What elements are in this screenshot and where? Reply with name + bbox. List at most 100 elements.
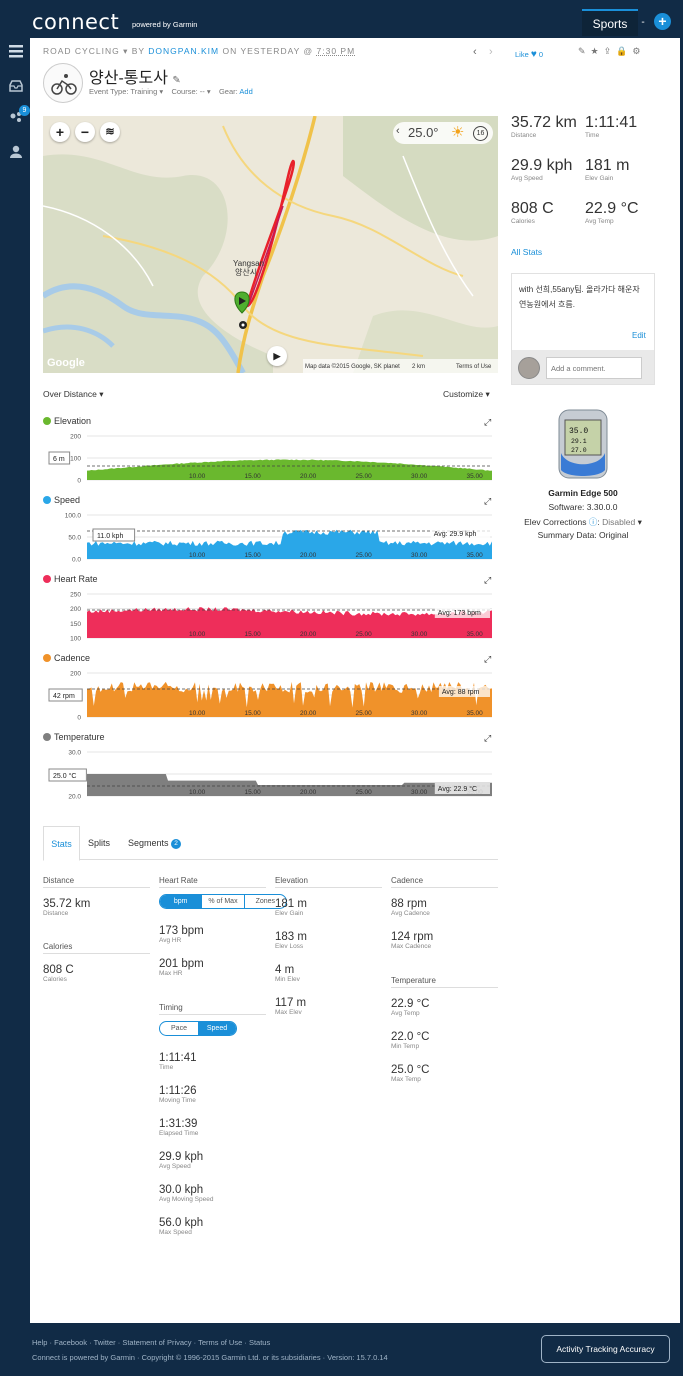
connect-logo[interactable]: connect	[32, 10, 119, 34]
tab-splits[interactable]: Splits	[88, 826, 110, 860]
expand-graph-icon[interactable]: ⤢	[484, 654, 491, 665]
sports-tab[interactable]: Sports	[582, 9, 638, 36]
like-button[interactable]: Like ♥ 0	[515, 49, 543, 60]
stat-label: Avg Speed	[159, 1163, 191, 1170]
graph-0[interactable]: 200 100 0 10.00 15.00 20.00 25.00 30.00 35.00 6 m	[43, 430, 498, 486]
activity-time[interactable]: 7:30 PM	[317, 46, 356, 56]
x-tick-label: 30.00	[411, 473, 428, 480]
footer-link[interactable]: Twitter	[94, 1338, 116, 1347]
play-route-button[interactable]: ▶	[267, 346, 287, 366]
x-tick-label: 25.00	[356, 631, 373, 638]
summary-calories-label: Calories	[511, 218, 535, 225]
graph-title-4: Temperature	[43, 732, 105, 742]
footer-link[interactable]: Terms of Use	[198, 1338, 242, 1347]
notes-edit-link[interactable]: Edit	[632, 331, 646, 340]
connections-badge: 9	[19, 105, 30, 116]
favorite-icon[interactable]: ★	[591, 46, 604, 56]
device-name: Garmin Edge 500	[548, 488, 618, 498]
graph-4[interactable]: 30.025.020.010.0015.0020.0025.0030.0035.…	[43, 746, 498, 802]
hr-toggle-percent[interactable]: % of Max	[201, 895, 245, 908]
elev-corrections: Elev Corrections ⓘ: Disabled ▾	[524, 517, 642, 527]
inbox-icon[interactable]	[9, 80, 23, 92]
y-tick-label: 0.0	[72, 557, 81, 564]
x-tick-label: 30.00	[411, 552, 428, 559]
map-terms[interactable]: Terms of Use	[456, 364, 492, 370]
weather-collapse-icon[interactable]: ‹	[396, 125, 400, 137]
weather-widget[interactable]: ‹ 25.0° ☀ 16	[393, 122, 493, 144]
footer-link[interactable]: Status	[249, 1338, 270, 1347]
customize-dropdown[interactable]: Customize ▾	[443, 389, 490, 400]
tab-segments[interactable]: Segments 2	[128, 826, 182, 860]
x-tick-label: 30.00	[411, 789, 428, 796]
tab-stats[interactable]: Stats	[43, 826, 80, 861]
gear-label: Gear:	[218, 87, 238, 96]
activity-type-avatar	[43, 63, 83, 103]
activity-type[interactable]: ROAD CYCLING	[43, 46, 120, 56]
comment-input[interactable]	[546, 357, 642, 379]
summary-avg-speed: 29.9 kph	[511, 157, 573, 174]
footer-link[interactable]: Facebook	[54, 1338, 87, 1347]
prev-activity-icon[interactable]: ‹	[473, 46, 477, 58]
x-tick-label: 10.00	[189, 789, 206, 796]
graph-1[interactable]: 100.0 50.0 0.0 10.00 15.00 20.00 25.00 30.00 35.…	[43, 509, 498, 565]
summary-elev-gain: 181 m	[585, 157, 630, 174]
layers-icon[interactable]: ≋	[100, 122, 120, 142]
add-button[interactable]: +	[654, 13, 671, 30]
settings-icon[interactable]: ⚙	[632, 46, 645, 56]
gear-add-link[interactable]: Add	[239, 87, 252, 96]
help-icon[interactable]: ⓘ	[589, 517, 598, 527]
hr-toggle-bpm[interactable]: bpm	[160, 895, 202, 908]
pencil-icon[interactable]: ✎	[172, 75, 180, 86]
footer-link[interactable]: Help	[32, 1338, 47, 1347]
x-tick-label: 10.00	[189, 710, 206, 717]
edit-icon[interactable]: ✎	[578, 46, 591, 56]
share-icon[interactable]: ⇪	[604, 46, 617, 56]
graph-dot	[43, 417, 51, 425]
dash-menu[interactable]: -	[638, 9, 648, 36]
activity-breadcrumb: ROAD CYCLING ▾ BY DONGPAN.KIM ON YESTERD…	[43, 46, 356, 56]
stat-label: Max Elev	[275, 1009, 302, 1016]
timing-toggle-speed[interactable]: Speed	[198, 1022, 236, 1035]
summary-time: 1:11:41	[585, 114, 638, 131]
x-tick-label: 20.00	[300, 710, 317, 717]
expand-graph-icon[interactable]: ⤢	[484, 733, 491, 744]
y-tick-label: 200	[70, 434, 81, 441]
elev-corrections-value[interactable]: Disabled	[602, 517, 635, 527]
next-activity-icon[interactable]: ›	[489, 46, 493, 58]
event-type[interactable]: Event Type: Training	[89, 87, 157, 96]
menu-icon[interactable]	[9, 45, 23, 58]
graph-2[interactable]: 250 200 150 100 10.00 15.00 20.00 25.00 30.00 35.…	[43, 588, 498, 644]
expand-graph-icon[interactable]: ⤢	[484, 417, 491, 428]
expand-graph-icon[interactable]: ⤢	[484, 496, 491, 507]
stat-value: 181 m	[275, 898, 307, 910]
timing-unit-toggle: Pace Speed	[159, 1021, 237, 1036]
course[interactable]: Course: --	[171, 87, 204, 96]
zoom-in-button[interactable]: +	[50, 122, 70, 142]
zoom-out-button[interactable]: −	[75, 122, 95, 142]
profile-icon[interactable]	[10, 145, 22, 158]
footer-link[interactable]: Statement of Privacy	[122, 1338, 191, 1347]
stats-tabs: Stats Splits Segments 2	[43, 826, 498, 861]
activity-title-text[interactable]: 양산-통도사	[89, 70, 168, 87]
max-cadence-value: 124 rpm	[391, 931, 434, 943]
notes-text: with 선희,55any팀. 올라가다 해운자연농원에서 흐름.	[519, 285, 640, 309]
average-label: Avg: 22.9 °C	[438, 785, 477, 793]
graph-area	[87, 607, 492, 638]
route-map[interactable]: Yangsan 양산시 Google Map data ©2015 Google…	[43, 116, 498, 373]
all-stats-link[interactable]: All Stats	[511, 247, 542, 257]
timing-list: 1:11:41 Time 1:11:26 Moving Time 1:31:39 Elap…	[159, 1052, 266, 1236]
over-distance-dropdown[interactable]: Over Distance ▾	[43, 389, 104, 400]
activity-tracking-accuracy-button[interactable]: Activity Tracking Accuracy	[541, 1335, 670, 1363]
summary-time-label: Time	[585, 132, 600, 139]
x-tick-label: 25.00	[356, 710, 373, 717]
y-tick-label: 20.0	[68, 794, 81, 801]
timing-toggle-pace[interactable]: Pace	[160, 1022, 198, 1035]
author-link[interactable]: DONGPAN.KIM	[148, 46, 219, 56]
graph-3[interactable]: 200100010.0015.0020.0025.0030.0035.0042 …	[43, 667, 498, 723]
graph-title-3: Cadence	[43, 653, 90, 663]
lock-icon[interactable]: 🔒	[616, 46, 632, 56]
expand-graph-icon[interactable]: ⤢	[484, 575, 491, 586]
calories-label: Calories	[43, 976, 67, 983]
map-canvas[interactable]: Yangsan 양산시 Google Map data ©2015 Google…	[43, 116, 498, 373]
x-tick-label: 10.00	[189, 473, 206, 480]
